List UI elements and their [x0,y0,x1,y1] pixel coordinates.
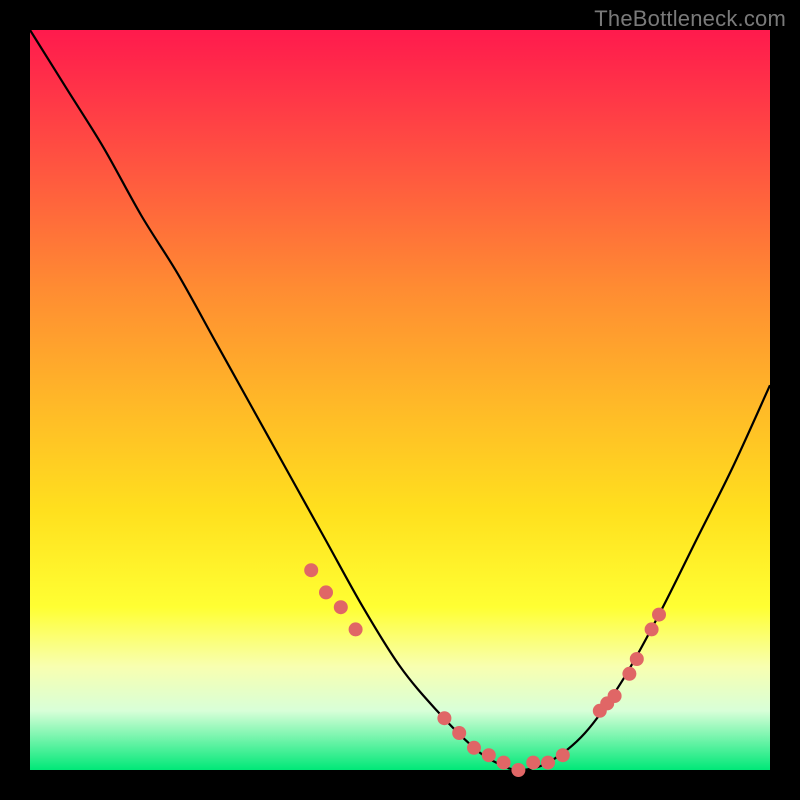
highlight-dot [630,652,644,666]
highlight-dot [437,711,451,725]
highlight-dot [334,600,348,614]
highlight-dot [526,756,540,770]
highlight-dot [497,756,511,770]
watermark-text: TheBottleneck.com [594,6,786,32]
highlight-dot [622,667,636,681]
highlight-dot [482,748,496,762]
highlight-dot [452,726,466,740]
highlight-dot [304,563,318,577]
highlight-dot [556,748,570,762]
highlight-dots-group [304,563,666,777]
highlight-dot [608,689,622,703]
highlight-dot [652,608,666,622]
highlight-dot [645,622,659,636]
highlight-dot [541,756,555,770]
highlight-dot [349,622,363,636]
highlight-dot [467,741,481,755]
highlight-dot [511,763,525,777]
highlight-dot [319,585,333,599]
bottleneck-chart-svg [30,30,770,770]
bottleneck-curve-line [30,30,770,770]
